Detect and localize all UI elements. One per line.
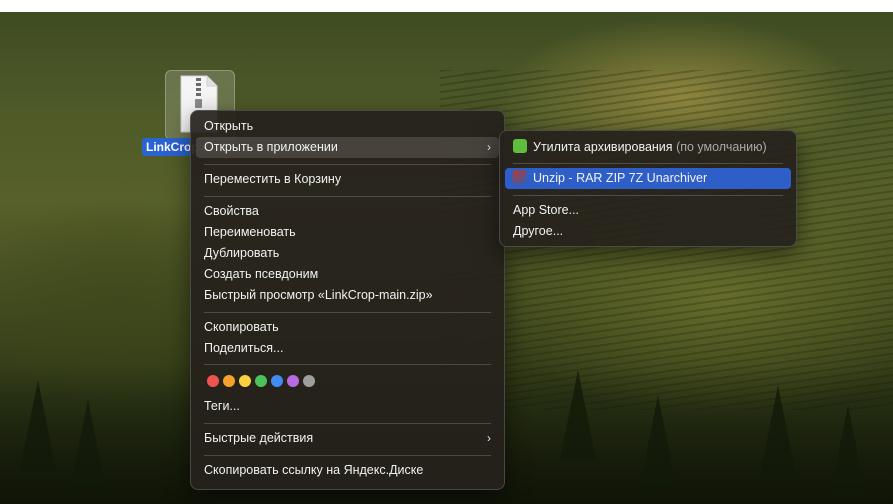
tree-shape (20, 380, 56, 470)
menu-divider (204, 364, 491, 365)
menu-item-duplicate[interactable]: Дублировать (196, 243, 499, 264)
menu-item-label: Быстрые действия (204, 431, 314, 445)
file-name-label[interactable]: LinkCrop (142, 138, 196, 156)
submenu-item-other[interactable]: Другое... (505, 221, 791, 242)
menu-item-quick-actions[interactable]: Быстрые действия › (196, 428, 499, 449)
default-app-note: (по умолчанию) (676, 140, 767, 154)
submenu-item-label: Unzip - RAR ZIP 7Z Unarchiver (533, 171, 708, 185)
menu-divider (204, 455, 491, 456)
tag-red-dot[interactable] (207, 375, 219, 387)
menu-item-move-to-trash[interactable]: Переместить в Корзину (196, 169, 499, 190)
menu-divider (513, 195, 783, 196)
menu-item-make-alias[interactable]: Создать псевдоним (196, 264, 499, 285)
tree-shape (70, 400, 106, 490)
menu-divider (513, 163, 783, 164)
tag-orange-dot[interactable] (223, 375, 235, 387)
menu-item-quick-look[interactable]: Быстрый просмотр «LinkCrop-main.zip» (196, 285, 499, 306)
open-with-submenu: Утилита архивирования (по умолчанию) Unz… (499, 130, 797, 247)
menu-divider (204, 164, 491, 165)
menu-divider (204, 196, 491, 197)
submenu-item-app-store[interactable]: App Store... (505, 200, 791, 221)
menu-item-open-with[interactable]: Открыть в приложении › (196, 137, 499, 158)
menu-item-tags[interactable]: Теги... (196, 396, 499, 417)
menu-item-open[interactable]: Открыть (196, 116, 499, 137)
menu-item-copy[interactable]: Скопировать (196, 317, 499, 338)
tree-shape (760, 385, 796, 475)
tree-shape (640, 395, 676, 485)
top-strip (0, 0, 893, 12)
unzip-app-icon (513, 170, 527, 184)
chevron-right-icon: › (487, 431, 491, 445)
submenu-item-unzip[interactable]: Unzip - RAR ZIP 7Z Unarchiver (505, 168, 791, 189)
context-menu: Открыть Открыть в приложении › Перемести… (190, 110, 505, 490)
tag-purple-dot[interactable] (287, 375, 299, 387)
tag-blue-dot[interactable] (271, 375, 283, 387)
submenu-item-archive-utility[interactable]: Утилита архивирования (по умолчанию) (505, 137, 791, 158)
archive-utility-icon (513, 139, 527, 153)
tree-shape (830, 405, 866, 495)
menu-item-label: Открыть в приложении (204, 140, 338, 154)
submenu-item-label: Утилита архивирования (533, 140, 673, 154)
menu-divider (204, 423, 491, 424)
menu-item-share[interactable]: Поделиться... (196, 338, 499, 359)
menu-item-rename[interactable]: Переименовать (196, 222, 499, 243)
tree-shape (560, 370, 596, 460)
tag-gray-dot[interactable] (303, 375, 315, 387)
tag-yellow-dot[interactable] (239, 375, 251, 387)
menu-item-get-info[interactable]: Свойства (196, 201, 499, 222)
tag-green-dot[interactable] (255, 375, 267, 387)
menu-item-copy-yandex-link[interactable]: Скопировать ссылку на Яндекс.Диске (196, 460, 499, 481)
chevron-right-icon: › (487, 140, 491, 154)
menu-divider (204, 312, 491, 313)
